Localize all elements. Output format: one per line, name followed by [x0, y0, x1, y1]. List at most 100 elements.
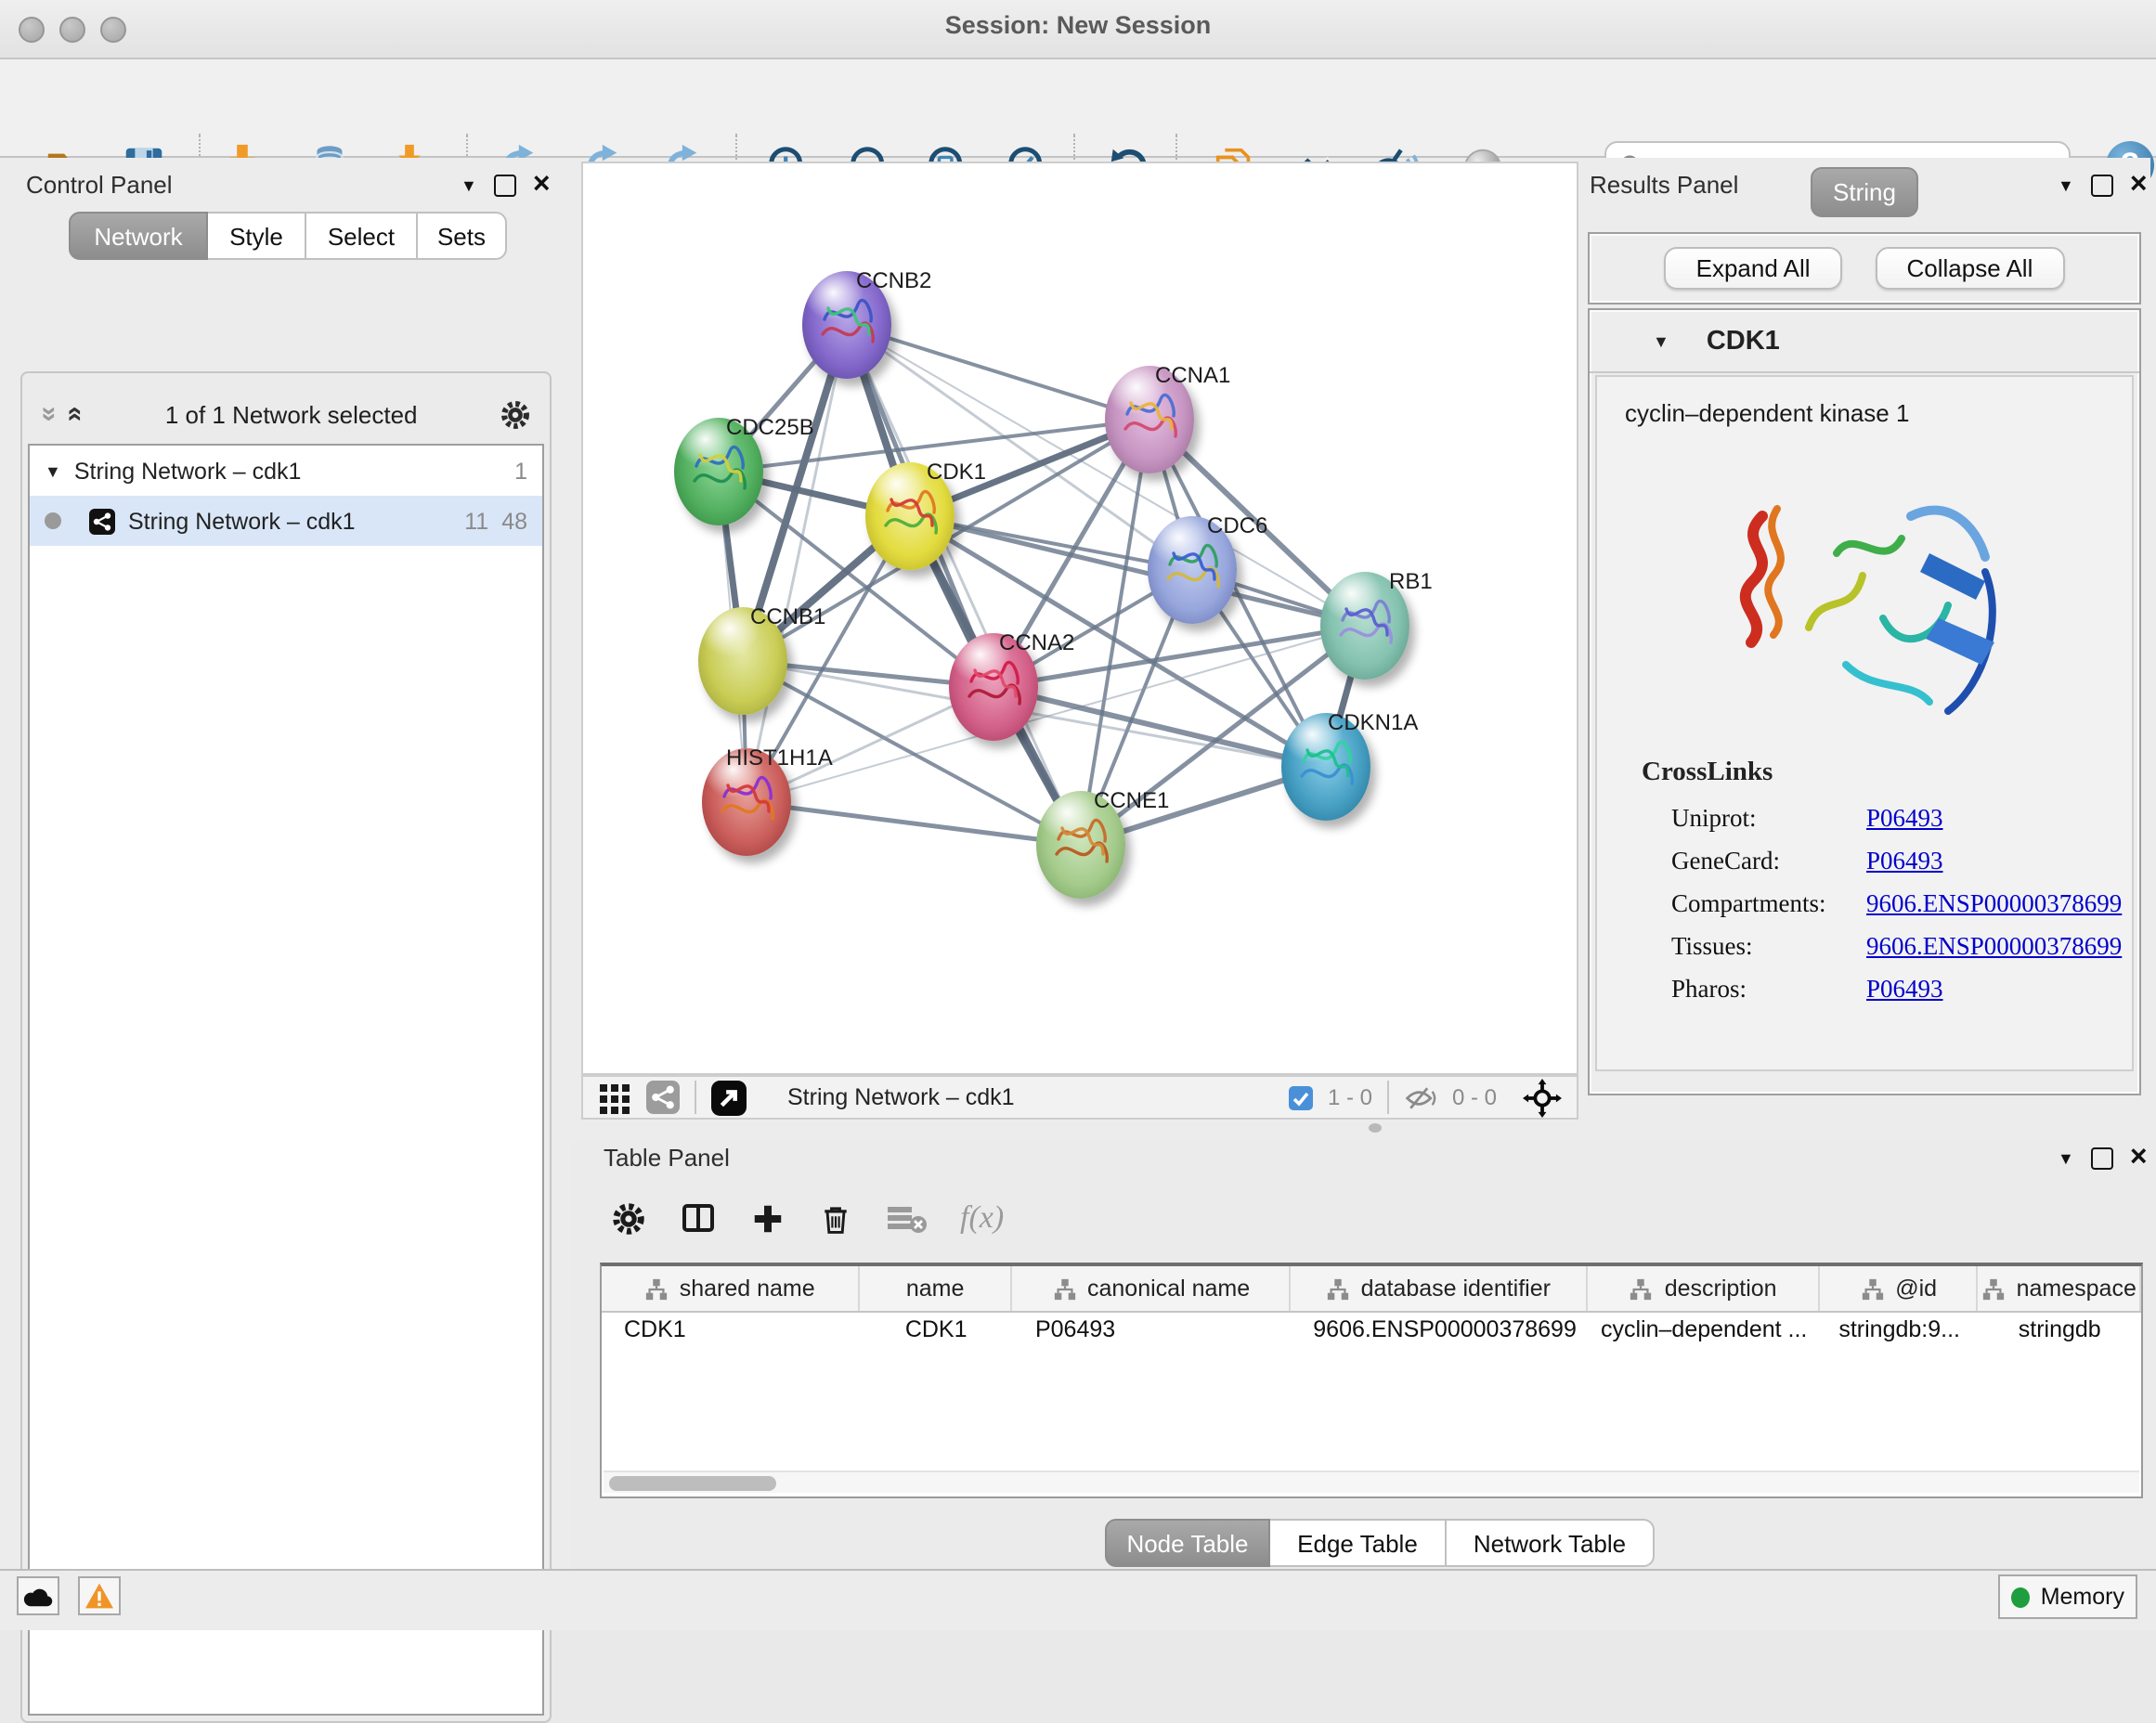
table-horizontal-scrollbar[interactable] — [604, 1470, 2139, 1493]
table-header-row: shared namenamecanonical namedatabase id… — [602, 1266, 2141, 1313]
table-panel: Table Panel ▼ × f(x) shared n — [570, 1138, 2156, 1569]
column-header-description[interactable]: description — [1587, 1266, 1820, 1311]
table-cell: stringdb — [1978, 1313, 2141, 1348]
column-header-canonical-name[interactable]: canonical name — [1013, 1266, 1291, 1311]
node-label-CCNB2: CCNB2 — [856, 267, 931, 293]
show-column-selector-icon[interactable] — [680, 1199, 717, 1237]
node-label-CCNB1: CCNB1 — [750, 603, 825, 629]
cloud-icon — [22, 1585, 54, 1607]
column-header-database-identifier[interactable]: database identifier — [1291, 1266, 1587, 1311]
edge-CCNA1-CCNE1[interactable] — [1081, 420, 1149, 845]
network-collection-row[interactable]: ▼ String Network – cdk1 1 — [30, 446, 542, 496]
warning-icon — [84, 1582, 115, 1610]
results-panel-close-icon[interactable]: × — [2130, 176, 2148, 195]
table-tab-node-table[interactable]: Node Table — [1105, 1519, 1270, 1567]
node-label-CCNA1: CCNA1 — [1155, 362, 1230, 388]
create-column-plus-icon[interactable] — [750, 1200, 786, 1236]
control-tab-style[interactable]: Style — [208, 212, 306, 260]
network-share-toggle-icon[interactable] — [646, 1081, 680, 1114]
expand-all-networks-icon[interactable]: « — [64, 407, 86, 422]
expand-all-button[interactable]: Expand All — [1665, 247, 1842, 290]
column-header-namespace[interactable]: namespace — [1978, 1266, 2141, 1311]
collection-expander-icon[interactable]: ▼ — [45, 461, 61, 480]
gene-section-header[interactable]: ▼ CDK1 — [1590, 310, 2139, 373]
crosslink-label: GeneCard: — [1671, 846, 1866, 875]
crosslink-label: Compartments: — [1671, 888, 1866, 918]
memory-button[interactable]: Memory — [1998, 1574, 2137, 1619]
crosslink-label: Tissues: — [1671, 931, 1866, 961]
selected-checkbox-icon[interactable] — [1289, 1085, 1313, 1109]
protein-structure-image — [1701, 442, 2028, 758]
main-toolbar: ? — [0, 59, 2156, 158]
column-header-shared-name[interactable]: shared name — [602, 1266, 859, 1311]
application-window: Session: New Session — [0, 0, 2156, 1628]
collection-label: String Network – cdk1 — [74, 458, 302, 484]
table-body: CDK1CDK1P064939606.ENSP00000378699cyclin… — [602, 1313, 2141, 1348]
crosslink-link[interactable]: 9606.ENSP00000378699 — [1866, 931, 2122, 961]
crosslinks-list: Uniprot:P06493GeneCard:P06493Compartment… — [1597, 797, 2132, 1010]
delete-column-trash-icon[interactable] — [819, 1200, 852, 1236]
control-tab-network[interactable]: Network — [69, 212, 208, 260]
results-tab-string[interactable]: String — [1811, 167, 1918, 217]
edge-CCNB2-HIST1H1A[interactable] — [747, 325, 847, 802]
crosslink-row: GeneCard:P06493 — [1597, 839, 2132, 882]
edge-CCNA2-CDKN1A[interactable] — [994, 687, 1326, 767]
crosslink-row: Compartments:9606.ENSP00000378699 — [1597, 882, 2132, 925]
gene-section-body: cyclin–dependent kinase 1 — [1595, 375, 2134, 1071]
table-panel-float-icon[interactable] — [2091, 1147, 2113, 1170]
column-type-icon — [1860, 1276, 1884, 1301]
control-panel-close-icon[interactable]: × — [533, 176, 551, 195]
table-type-tabs: Node TableEdge TableNetwork Table — [1105, 1519, 1655, 1567]
horizontal-splitter-handle[interactable] — [1369, 1123, 1382, 1133]
table-panel-menu-icon[interactable]: ▼ — [2058, 1149, 2074, 1168]
memory-label: Memory — [2041, 1584, 2124, 1610]
hidden-eye-slash-icon[interactable] — [1404, 1085, 1437, 1109]
window-title: Session: New Session — [0, 11, 2156, 39]
table-row[interactable]: CDK1CDK1P064939606.ENSP00000378699cyclin… — [602, 1313, 2141, 1348]
control-panel: Control Panel ▼ × NetworkStyleSelectSets… — [0, 158, 568, 1569]
network-row-selected[interactable]: String Network – cdk1 11 48 — [30, 496, 542, 546]
column-type-icon — [1630, 1276, 1654, 1301]
control-panel-float-icon[interactable] — [494, 175, 516, 197]
edge-HIST1H1A-CCNE1[interactable] — [747, 802, 1081, 845]
table-cell: CDK1 — [602, 1313, 859, 1348]
network-canvas[interactable]: CCNB2CCNA1CDC25BCDK1CDC6RB1CCNB1CCNA2CDK… — [581, 162, 1578, 1075]
control-panel-body: » « 1 of 1 Network selected ▼ String Net… — [20, 371, 552, 1723]
network-options-gear-icon[interactable] — [500, 398, 531, 430]
warning-status-button[interactable] — [78, 1576, 121, 1615]
table-tab-network-table[interactable]: Network Table — [1447, 1519, 1655, 1567]
crosslink-link[interactable]: P06493 — [1866, 974, 1943, 1004]
table-cell: cyclin–dependent ... — [1588, 1313, 1821, 1348]
birdseye-grid-icon[interactable] — [598, 1081, 631, 1114]
memory-status-dot — [2011, 1587, 2030, 1607]
crosslink-link[interactable]: P06493 — [1866, 803, 1943, 833]
gene-expander-icon[interactable]: ▼ — [1653, 331, 1669, 350]
node-label-CCNE1: CCNE1 — [1094, 787, 1169, 813]
results-panel-menu-icon[interactable]: ▼ — [2058, 176, 2074, 195]
control-tab-select[interactable]: Select — [306, 212, 418, 260]
table-panel-close-icon[interactable]: × — [2130, 1149, 2148, 1168]
network-label: String Network – cdk1 — [128, 508, 356, 534]
cloud-status-button[interactable] — [17, 1576, 59, 1615]
column-header--id[interactable]: @id — [1821, 1266, 1979, 1311]
table-cell: stringdb:9... — [1821, 1313, 1979, 1348]
node-table[interactable]: shared namenamecanonical namedatabase id… — [600, 1263, 2143, 1498]
collapse-all-button[interactable]: Collapse All — [1876, 247, 2065, 290]
column-header-name[interactable]: name — [859, 1266, 1013, 1311]
collapse-all-networks-icon[interactable]: » — [37, 407, 59, 422]
control-panel-menu-icon[interactable]: ▼ — [461, 176, 477, 195]
table-tab-edge-table[interactable]: Edge Table — [1270, 1519, 1447, 1567]
control-panel-title: Control Panel — [26, 171, 173, 199]
control-tab-sets[interactable]: Sets — [418, 212, 507, 260]
edge-CCNB2-CCNE1[interactable] — [847, 325, 1081, 845]
pan-crosshair-icon[interactable] — [1523, 1078, 1562, 1117]
table-cell: 9606.ENSP00000378699 — [1291, 1313, 1587, 1348]
scrollbar-thumb[interactable] — [609, 1475, 776, 1490]
crosslink-link[interactable]: 9606.ENSP00000378699 — [1866, 888, 2122, 918]
crosslink-label: Uniprot: — [1671, 803, 1866, 833]
table-options-gear-icon[interactable] — [611, 1200, 646, 1236]
crosslink-link[interactable]: P06493 — [1866, 846, 1943, 875]
crosslink-label: Pharos: — [1671, 974, 1866, 1004]
open-in-window-icon[interactable] — [711, 1080, 747, 1115]
results-panel-float-icon[interactable] — [2091, 175, 2113, 197]
